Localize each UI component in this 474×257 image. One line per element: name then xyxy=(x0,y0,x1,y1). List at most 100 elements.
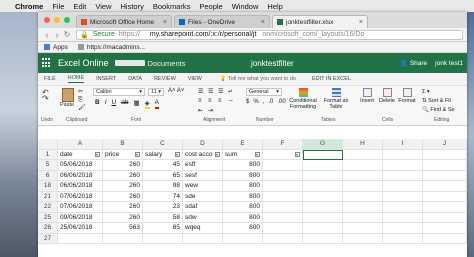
row-header[interactable]: 25 xyxy=(38,212,58,223)
font-size-select[interactable]: 11 ▾ xyxy=(148,88,164,96)
fill-color-icon[interactable]: ◈ xyxy=(144,99,150,109)
decrease-indent-icon[interactable]: ⇤ xyxy=(198,107,208,114)
cell-e21[interactable]: 800 xyxy=(223,191,263,202)
borders-icon[interactable]: ▦ xyxy=(133,99,139,109)
cell-e22[interactable]: 800 xyxy=(223,202,263,213)
row-header[interactable]: 21 xyxy=(38,191,58,202)
autosum-icon[interactable]: Σ ▾ xyxy=(422,88,455,97)
menu-people[interactable]: People xyxy=(199,2,222,11)
menu-help[interactable]: Help xyxy=(267,2,282,11)
cell-a18[interactable]: 06/06/2018 xyxy=(58,181,103,192)
cell-g27[interactable] xyxy=(303,233,343,244)
cell-d22[interactable]: sdaf xyxy=(183,202,223,213)
cell-d27[interactable] xyxy=(183,233,223,244)
cell-b18[interactable]: 260 xyxy=(103,181,143,192)
menu-window[interactable]: Window xyxy=(232,2,259,11)
tab-data[interactable]: DATA xyxy=(128,76,142,82)
cell-e6[interactable]: 800 xyxy=(223,170,263,181)
column-header-a[interactable]: A xyxy=(58,139,103,150)
cell-i5[interactable] xyxy=(383,160,423,171)
number-format-select[interactable]: General ▾ xyxy=(246,88,282,96)
cell-d26[interactable]: wqeq xyxy=(183,223,223,234)
column-header-d[interactable]: D xyxy=(183,139,223,150)
cell-b5[interactable]: 260 xyxy=(103,160,143,171)
row-header[interactable]: 5 xyxy=(38,160,58,171)
percent-icon[interactable]: % xyxy=(253,99,258,105)
cell-c22[interactable]: 23 xyxy=(143,202,183,213)
align-middle-icon[interactable]: ☰ xyxy=(208,88,218,95)
column-header-f[interactable]: F xyxy=(263,139,303,150)
font-name-select[interactable]: Calibri ▾ xyxy=(93,88,145,96)
filter-dropdown-icon[interactable] xyxy=(95,151,100,157)
cell-g26[interactable] xyxy=(303,223,343,234)
bookmark-apps[interactable]: Apps xyxy=(44,44,68,51)
cell-j5[interactable] xyxy=(423,160,467,171)
cell-f26[interactable] xyxy=(263,223,303,234)
align-left-icon[interactable]: ≡ xyxy=(198,98,208,104)
merge-center-icon[interactable]: ⇔ xyxy=(228,98,238,104)
menu-view[interactable]: View xyxy=(95,2,111,11)
zoom-window-button[interactable] xyxy=(64,17,70,23)
paste-button[interactable]: Paste xyxy=(60,88,74,108)
cell-j22[interactable] xyxy=(423,202,467,213)
minimize-window-button[interactable] xyxy=(54,17,60,23)
find-select-button[interactable]: 🔍 Find & Se xyxy=(422,106,455,115)
url-input[interactable]: 🔒 Secure https:// my.sharepoint.com/:x:/… xyxy=(76,29,463,40)
cell-c18[interactable]: 98 xyxy=(143,181,183,192)
tab-review[interactable]: REVIEW xyxy=(154,76,176,82)
cell-j1[interactable] xyxy=(423,149,467,160)
cell-c6[interactable]: 65 xyxy=(143,170,183,181)
cell-j26[interactable] xyxy=(423,223,467,234)
cell-f18[interactable] xyxy=(263,181,303,192)
cell-g5[interactable] xyxy=(303,160,343,171)
insert-cells-button[interactable]: Insert xyxy=(358,88,376,104)
cell-g25[interactable] xyxy=(303,212,343,223)
cell-i25[interactable] xyxy=(383,212,423,223)
cell-b22[interactable]: 260 xyxy=(103,202,143,213)
filter-dropdown-icon[interactable] xyxy=(175,151,180,157)
tab-excel-file[interactable]: jonktestfilter.xlsx × xyxy=(272,15,368,28)
cell-b1[interactable]: price xyxy=(103,149,143,160)
cell-f27[interactable] xyxy=(263,233,303,244)
cell-e18[interactable]: 800 xyxy=(223,181,263,192)
cell-c25[interactable]: 58 xyxy=(143,212,183,223)
file-name[interactable]: jonktestfilter xyxy=(251,59,294,68)
cell-g18[interactable] xyxy=(303,181,343,192)
cell-a25[interactable]: 09/06/2018 xyxy=(58,212,103,223)
cell-h6[interactable] xyxy=(343,170,383,181)
tell-me-input[interactable]: 💡 Tell me what you want to do xyxy=(220,76,296,82)
align-right-icon[interactable]: ≡ xyxy=(218,98,228,104)
cell-j25[interactable] xyxy=(423,212,467,223)
cell-h21[interactable] xyxy=(343,191,383,202)
cell-i21[interactable] xyxy=(383,191,423,202)
cell-b27[interactable] xyxy=(103,233,143,244)
column-header-g[interactable]: G xyxy=(303,139,343,150)
cell-d18[interactable]: wew xyxy=(183,181,223,192)
close-tab-icon[interactable]: × xyxy=(163,19,167,26)
cell-b6[interactable]: 260 xyxy=(103,170,143,181)
cell-i27[interactable] xyxy=(383,233,423,244)
column-header-c[interactable]: C xyxy=(143,139,183,150)
bookmark-macadmins[interactable]: https://macadmins... xyxy=(77,44,145,51)
filter-dropdown-icon[interactable] xyxy=(255,151,260,157)
menu-history[interactable]: History xyxy=(121,2,144,11)
sort-filter-button[interactable]: ⇅ Sort & Fil xyxy=(422,97,455,106)
breadcrumb-documents[interactable]: Documents xyxy=(148,59,186,68)
cell-h27[interactable] xyxy=(343,233,383,244)
cell-c21[interactable]: 74 xyxy=(143,191,183,202)
tab-home[interactable]: HOME xyxy=(67,75,85,83)
bold-button[interactable]: B xyxy=(95,99,100,109)
cell-b26[interactable]: 563 xyxy=(103,223,143,234)
tab-office-home[interactable]: Microsoft Office Home × xyxy=(76,15,172,28)
cell-i6[interactable] xyxy=(383,170,423,181)
cell-j21[interactable] xyxy=(423,191,467,202)
cell-a27[interactable] xyxy=(58,233,103,244)
share-button[interactable]: 👤 Share xyxy=(400,59,427,67)
cell-c26[interactable]: 85 xyxy=(143,223,183,234)
format-cells-button[interactable]: Format xyxy=(398,88,416,104)
cell-g21[interactable] xyxy=(303,191,343,202)
tab-insert[interactable]: INSERT xyxy=(96,76,116,82)
cell-h25[interactable] xyxy=(343,212,383,223)
cell-a26[interactable]: 25/06/2018 xyxy=(58,223,103,234)
cell-a5[interactable]: 05/06/2018 xyxy=(58,160,103,171)
